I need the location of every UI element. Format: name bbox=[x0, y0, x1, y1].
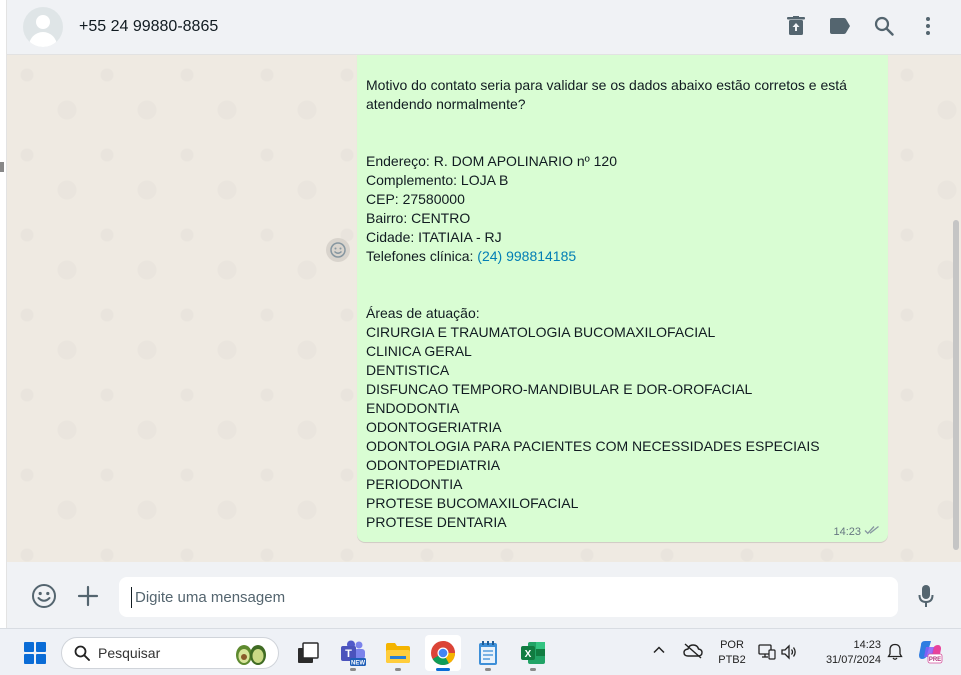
svg-text:NEW: NEW bbox=[351, 661, 365, 667]
chat-header: +55 24 99880-8865 bbox=[7, 0, 961, 55]
copilot-icon[interactable]: PRE bbox=[917, 639, 943, 665]
language-code: POR bbox=[720, 639, 744, 651]
address-line: CEP: 27580000 bbox=[366, 191, 465, 207]
taskbar-apps: T NEW X bbox=[290, 635, 551, 671]
message-input[interactable] bbox=[119, 577, 898, 617]
avatar[interactable] bbox=[23, 7, 63, 47]
cloud-offline-icon[interactable] bbox=[683, 643, 703, 664]
notepad-icon[interactable] bbox=[470, 635, 506, 671]
app-indicator bbox=[395, 668, 401, 671]
address-line: Endereço: R. DOM APOLINARIO nº 120 bbox=[366, 153, 617, 169]
address-line: Bairro: CENTRO bbox=[366, 210, 471, 226]
background-window-fragment bbox=[0, 162, 4, 172]
archive-icon[interactable] bbox=[783, 12, 809, 40]
message-intro: Motivo do contato seria para validar se … bbox=[366, 77, 851, 112]
message-bubble[interactable]: Motivo do contato seria para validar se … bbox=[357, 55, 888, 542]
chrome-icon[interactable] bbox=[425, 635, 461, 671]
area-item: PROTESE DENTARIA bbox=[366, 514, 507, 530]
area-item: DISFUNCAO TEMPORO-MANDIBULAR E DOR-OROFA… bbox=[366, 381, 753, 397]
app-indicator-active bbox=[436, 668, 450, 671]
taskbar-search[interactable]: Pesquisar bbox=[61, 637, 279, 669]
message-time: 14:23 bbox=[833, 525, 861, 538]
area-item: ODONTOGERIATRIA bbox=[366, 419, 502, 435]
avocado-icon bbox=[236, 645, 266, 665]
area-item: CLINICA GERAL bbox=[366, 343, 472, 359]
volume-icon bbox=[781, 644, 796, 660]
emoji-icon[interactable] bbox=[30, 582, 58, 610]
avatar-body bbox=[29, 32, 57, 47]
header-actions bbox=[783, 12, 941, 40]
notification-bell-icon[interactable] bbox=[887, 643, 903, 666]
attach-plus-icon[interactable] bbox=[74, 582, 102, 610]
area-item: CIRURGIA E TRAUMATOLOGIA BUCOMAXILOFACIA… bbox=[366, 324, 716, 340]
quick-settings[interactable] bbox=[758, 643, 798, 661]
search-icon[interactable] bbox=[871, 12, 897, 40]
label-icon[interactable] bbox=[827, 12, 853, 40]
area-item: ENDODONTIA bbox=[366, 400, 460, 416]
windows-start-icon[interactable] bbox=[24, 642, 46, 664]
areas-title: Áreas de atuação: bbox=[366, 305, 480, 321]
background-window-fragment bbox=[0, 124, 5, 134]
area-item: PERIODONTIA bbox=[366, 476, 463, 492]
svg-text:PRE: PRE bbox=[929, 657, 941, 663]
double-check-icon bbox=[864, 525, 880, 538]
microphone-icon[interactable] bbox=[912, 582, 940, 610]
message-meta: 14:23 bbox=[833, 525, 880, 538]
composer-bar bbox=[7, 562, 961, 628]
search-icon bbox=[74, 645, 90, 661]
area-item: DENTISTICA bbox=[366, 362, 450, 378]
address-line: Cidade: ITATIAIA - RJ bbox=[366, 229, 502, 245]
excel-icon[interactable]: X bbox=[515, 635, 551, 671]
menu-icon[interactable] bbox=[915, 12, 941, 40]
taskbar: Pesquisar T NEW X POR PTB2 14:23 31/07/2… bbox=[0, 628, 961, 675]
network-icon bbox=[758, 644, 776, 660]
text-caret bbox=[131, 587, 132, 608]
phone-label: Telefones clínica: bbox=[366, 248, 478, 264]
chat-scrollbar[interactable] bbox=[953, 220, 959, 550]
address-line: Complemento: LOJA B bbox=[366, 172, 509, 188]
area-item: ODONTOLOGIA PARA PACIENTES COM NECESSIDA… bbox=[366, 438, 820, 454]
clock-time: 14:23 bbox=[853, 639, 881, 651]
contact-name[interactable]: +55 24 99880-8865 bbox=[79, 18, 218, 36]
clock-date: 31/07/2024 bbox=[825, 654, 881, 666]
avatar-head bbox=[36, 15, 50, 29]
taskbar-search-label: Pesquisar bbox=[98, 645, 161, 661]
keyboard-layout: PTB2 bbox=[718, 654, 746, 666]
phone-line: Telefones clínica: (24) 998814185 bbox=[366, 247, 878, 266]
background-window-edge bbox=[0, 0, 7, 628]
input-language[interactable]: POR PTB2 bbox=[715, 638, 749, 668]
system-clock[interactable]: 14:23 31/07/2024 bbox=[811, 638, 881, 668]
address-block: Endereço: R. DOM APOLINARIO nº 120 Compl… bbox=[366, 152, 878, 266]
chevron-up-icon[interactable] bbox=[652, 643, 666, 662]
app-indicator bbox=[350, 668, 356, 671]
areas-block: Áreas de atuação: CIRURGIA E TRAUMATOLOG… bbox=[366, 304, 878, 532]
teams-icon[interactable]: T NEW bbox=[335, 635, 371, 671]
file-explorer-icon[interactable] bbox=[380, 635, 416, 671]
app-indicator bbox=[485, 668, 491, 671]
task-view-icon[interactable] bbox=[290, 635, 326, 671]
phone-link[interactable]: (24) 998814185 bbox=[477, 248, 576, 264]
area-item: ODONTOPEDIATRIA bbox=[366, 457, 501, 473]
svg-text:X: X bbox=[525, 649, 532, 660]
reaction-emoji-icon[interactable] bbox=[326, 238, 350, 262]
app-indicator bbox=[530, 668, 536, 671]
area-item: PROTESE BUCOMAXILOFACIAL bbox=[366, 495, 579, 511]
chat-area[interactable]: Motivo do contato seria para validar se … bbox=[7, 55, 961, 562]
